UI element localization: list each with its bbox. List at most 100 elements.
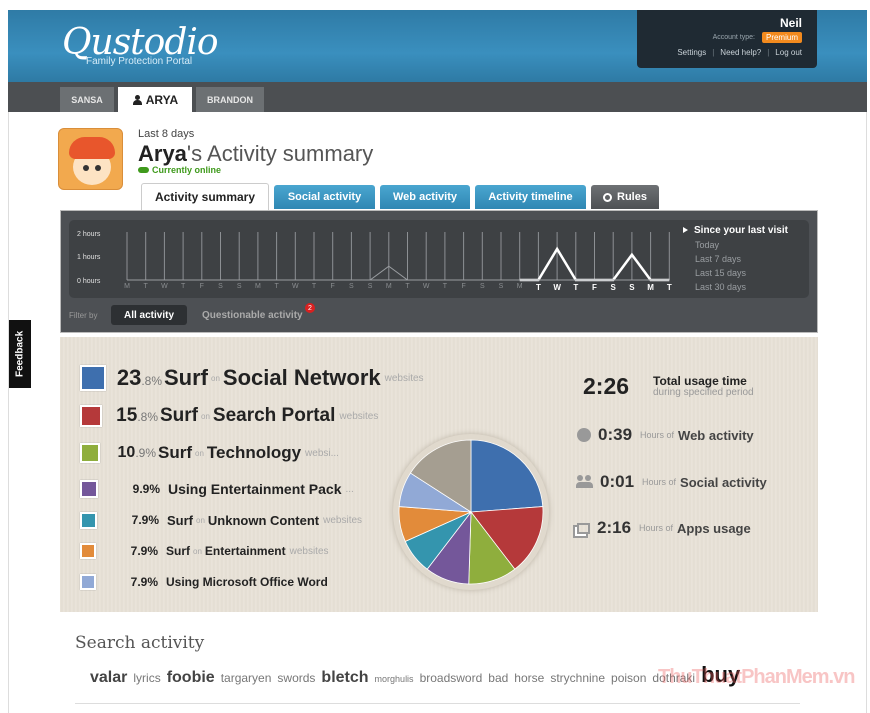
timeline-day-label: T	[535, 283, 541, 292]
search-term[interactable]: valar	[90, 669, 127, 687]
category-percent: 9.9%	[132, 482, 160, 496]
category-percent: 7.9%	[130, 575, 158, 589]
category-row[interactable]: 10.9% Surf on Technology websi...	[80, 443, 339, 463]
child-name: Arya	[138, 141, 187, 166]
timeline-day-label: T	[180, 283, 186, 290]
children-tab-bar: SANSA ARYA BRANDON	[8, 82, 867, 112]
filter-questionable-activity[interactable]: Questionable activity	[202, 310, 303, 321]
web-activity-stat[interactable]: 0:39 Hours of Web activity	[577, 425, 754, 445]
category-row[interactable]: 7.9% Using Microsoft Office Word	[80, 573, 328, 591]
search-term[interactable]: swords	[277, 671, 315, 685]
online-status-text: Currently online	[152, 165, 222, 175]
avatar	[58, 128, 123, 190]
category-row[interactable]: 7.9% Surf on Entertainment websites	[80, 542, 329, 560]
tab-activity-summary[interactable]: Activity summary	[141, 183, 269, 210]
child-tab-arya[interactable]: ARYA	[118, 87, 192, 112]
separator: |	[712, 48, 715, 57]
timeline-day-label: W	[553, 283, 561, 292]
range-last-7-days[interactable]: Last 7 days	[683, 254, 797, 264]
tab-web-activity[interactable]: Web activity	[380, 185, 470, 209]
child-tab-brandon[interactable]: BRANDON	[196, 87, 264, 112]
category-on: on	[195, 448, 204, 458]
logout-link[interactable]: Log out	[775, 48, 802, 57]
filter-label: Filter by	[69, 311, 98, 320]
total-usage-label: Total usage time	[653, 374, 747, 388]
apps-usage-value: 2:16	[597, 518, 632, 537]
settings-link[interactable]: Settings	[677, 48, 706, 57]
timeline-day-label: T	[405, 283, 410, 290]
tab-social-activity[interactable]: Social activity	[274, 185, 375, 209]
category-percent: 23	[116, 365, 142, 390]
timeline-day-label: S	[236, 283, 242, 290]
globe-icon	[577, 428, 591, 442]
search-term[interactable]: targaryen	[221, 671, 272, 685]
timeline-day-label: F	[592, 283, 597, 292]
social-activity-label: Social activity	[680, 474, 767, 490]
web-activity-label: Web activity	[678, 427, 754, 443]
social-activity-stat[interactable]: 0:01 Hours of Social activity	[576, 472, 767, 492]
search-term[interactable]: morghulis	[375, 674, 414, 684]
avatar-eye	[83, 165, 89, 171]
timeline-day-label: S	[629, 283, 635, 292]
search-term[interactable]: horse	[514, 671, 544, 685]
help-link[interactable]: Need help?	[720, 48, 761, 57]
online-status: Currently online	[138, 165, 221, 175]
search-term[interactable]: broadsword	[420, 671, 483, 685]
filter-all-activity[interactable]: All activity	[111, 305, 188, 325]
category-target: Technology	[206, 443, 302, 462]
category-swatch	[80, 574, 96, 590]
avatar-hair	[69, 137, 115, 159]
activity-summary-panel: 23.8% Surf on Social Network websites 15.8% Su…	[60, 337, 818, 612]
category-percent: 7.9%	[130, 544, 158, 558]
timeline-day-label: S	[218, 283, 223, 290]
range-today[interactable]: Today	[683, 240, 797, 250]
tab-rules[interactable]: Rules	[591, 185, 659, 209]
range-since-last-visit[interactable]: Since your last visit	[683, 225, 797, 236]
child-tab-sansa[interactable]: SANSA	[60, 87, 114, 112]
hours-of-label: Hours of	[639, 523, 674, 533]
timeline-day-label: T	[442, 283, 448, 290]
apps-usage-stat[interactable]: 2:16 Hours of Apps usage	[577, 518, 751, 538]
category-swatch	[80, 511, 97, 529]
premium-badge: Premium	[761, 32, 802, 43]
account-type-label: Account type:	[712, 34, 755, 41]
category-percent: 15	[116, 405, 138, 426]
page-frame-left	[8, 112, 9, 713]
search-term[interactable]: lyrics	[133, 671, 160, 685]
category-suffix: websites	[384, 372, 424, 384]
apps-usage-label: Apps usage	[677, 520, 751, 536]
triangle-right-icon	[683, 227, 688, 234]
social-activity-value: 0:01	[600, 472, 635, 491]
users-icon	[576, 475, 593, 489]
category-row[interactable]: 23.8% Surf on Social Network websites	[80, 365, 424, 391]
gear-icon	[603, 192, 613, 202]
timeline-day-label: S	[367, 283, 373, 290]
timeline-day-label: S	[498, 283, 504, 290]
category-row[interactable]: 9.9% Using Entertainment Pack...	[80, 480, 354, 498]
category-row[interactable]: 15.8% Surf on Search Portal websites	[80, 405, 378, 427]
timeline-panel: 2 hours 1 hours 0 hours M T W T F S S M T W T F S S M T…	[60, 210, 818, 333]
range-last-30-days[interactable]: Last 30 days	[683, 282, 797, 292]
feedback-tab[interactable]: Feedback	[9, 320, 31, 388]
hours-of-label: Hours of	[640, 430, 675, 440]
category-percent: 10	[117, 444, 136, 461]
category-suffix: websites	[339, 410, 379, 422]
search-term[interactable]: strychnine	[550, 671, 605, 685]
timeline-day-label: W	[291, 283, 299, 290]
timeline-day-label: F	[461, 283, 466, 290]
total-usage-sublabel: during specified period	[653, 387, 754, 398]
timeline-day-label: M	[647, 283, 654, 292]
search-term[interactable]: bad	[488, 671, 508, 685]
pie-slice	[470, 439, 544, 513]
category-row[interactable]: 7.9% Surf on Unknown Content websites	[80, 511, 362, 529]
category-suffix: websites	[323, 514, 363, 526]
search-term[interactable]: bletch	[321, 669, 368, 687]
range-last-15-days[interactable]: Last 15 days	[683, 268, 797, 278]
tab-rules-label: Rules	[617, 191, 647, 203]
tab-activity-timeline[interactable]: Activity timeline	[475, 185, 586, 209]
category-action: Surf	[164, 365, 208, 390]
category-suffix: websites	[289, 545, 329, 557]
search-term[interactable]: poison	[611, 671, 646, 685]
logo-tagline: Family Protection Portal	[86, 56, 193, 67]
search-term[interactable]: foobie	[167, 669, 215, 687]
